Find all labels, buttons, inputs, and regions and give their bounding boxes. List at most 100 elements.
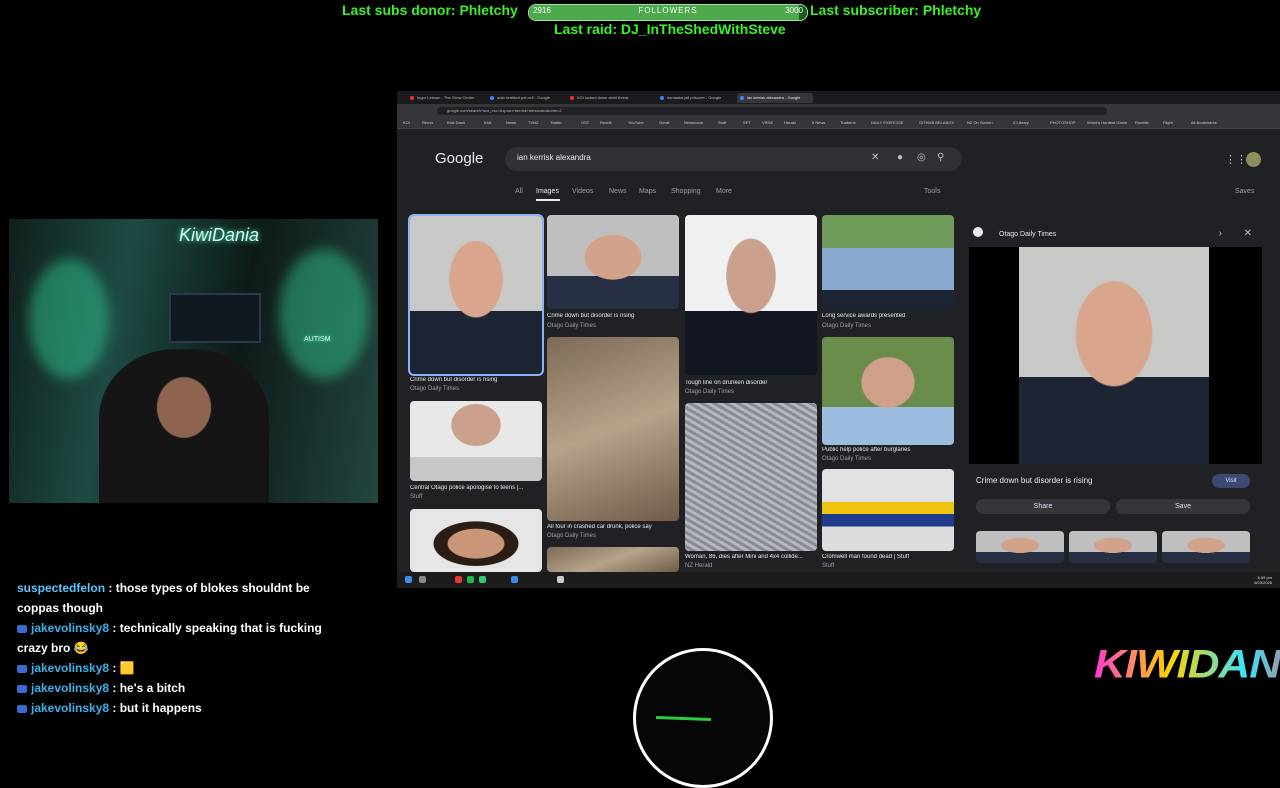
bookmark-item[interactable]: Reddit	[600, 120, 612, 125]
browser-tab[interactable]: damaska jail prisoner - Google	[657, 93, 733, 103]
bookmark-item[interactable]: VRDE	[762, 120, 773, 125]
search-box[interactable]: ian kerrisk alexandra ✕ ● ◎ ⚲	[505, 147, 962, 171]
windows-taskbar: 5:59 pm 6/03/2026	[397, 572, 1280, 588]
preview-source[interactable]: Otago Daily Times	[999, 231, 1056, 238]
bookmark-item[interactable]: TVNZ	[528, 120, 538, 125]
search-icon[interactable]	[419, 576, 426, 583]
visit-button[interactable]: Visit	[1212, 474, 1250, 488]
chat-username[interactable]: jakevolinsky8	[31, 681, 109, 695]
image-result[interactable]	[410, 509, 542, 572]
avatar[interactable]	[1246, 152, 1261, 167]
image-caption[interactable]: Crime down but disorder is rising	[547, 313, 679, 319]
bookmark-item[interactable]: PHOTOSHOP	[1050, 120, 1076, 125]
share-button[interactable]: Share	[976, 499, 1110, 514]
image-result[interactable]	[685, 215, 817, 375]
app-icon[interactable]	[557, 576, 564, 583]
image-caption[interactable]: Public help police after burglaries	[822, 447, 954, 453]
start-icon[interactable]	[405, 576, 412, 583]
browser-tab-active[interactable]: ian kerrisk alexandra - Google	[737, 93, 813, 103]
bookmark-item[interactable]: Herald	[784, 120, 796, 125]
microphone-icon[interactable]: ●	[897, 152, 903, 163]
chrome-icon[interactable]	[455, 576, 462, 583]
bookmark-item[interactable]: Stuff	[718, 120, 726, 125]
image-caption[interactable]: Central Otago police apologise to teens …	[410, 485, 542, 491]
image-result[interactable]	[547, 547, 679, 572]
bookmark-item[interactable]: World's Hardest Game	[1087, 120, 1127, 125]
browser-tab[interactable]: KOI locked down amid threat	[567, 93, 643, 103]
chat-message: suspectedfelon : those types of blokes s…	[17, 578, 347, 618]
chat-username[interactable]: jakevolinsky8	[31, 661, 109, 675]
image-result[interactable]	[547, 337, 679, 521]
image-caption[interactable]: Crime down but disorder is rising	[410, 377, 542, 383]
image-caption[interactable]: Long service awards presented	[822, 313, 954, 319]
bookmark-item[interactable]: NZ On Screen	[967, 120, 993, 125]
image-caption[interactable]: Woman, 86, dies after Mini and 4x4 colli…	[685, 554, 817, 560]
bookmark-item[interactable]: Gmail	[659, 120, 669, 125]
image-result[interactable]	[410, 401, 542, 481]
google-logo[interactable]: Google	[435, 150, 483, 167]
apps-grid-icon[interactable]: ⋮⋮	[1225, 153, 1247, 166]
lens-icon[interactable]: ◎	[917, 152, 926, 163]
bookmark-item[interactable]: Newsroom	[684, 120, 703, 125]
image-result[interactable]	[685, 403, 817, 551]
taskbar-clock[interactable]: 5:59 pm 6/03/2026	[1254, 575, 1272, 585]
tab-videos[interactable]: Videos	[572, 188, 593, 195]
saves-button[interactable]: Saves	[1235, 188, 1254, 195]
image-result[interactable]	[547, 215, 679, 309]
bookmark-item[interactable]: DAILY EXERCISE	[871, 120, 904, 125]
bookmark-item[interactable]: YouTube	[628, 120, 644, 125]
browser-tab[interactable]: auto realized pal cell - Google	[487, 93, 563, 103]
tab-all[interactable]: All	[515, 188, 523, 195]
related-image[interactable]	[1069, 531, 1157, 563]
bookmark-item[interactable]: Rumble	[1135, 120, 1149, 125]
bookmark-item[interactable]: Kick Dash	[447, 120, 465, 125]
clear-icon[interactable]: ✕	[871, 152, 879, 163]
next-arrow-icon[interactable]: ›	[1219, 228, 1222, 239]
url-field[interactable]: google.com/search?sca_esv=&q=ian+kerrisk…	[437, 107, 1107, 115]
app-icon[interactable]	[479, 576, 486, 583]
tab-news[interactable]: News	[609, 188, 627, 195]
chat-username[interactable]: suspectedfelon	[17, 581, 105, 595]
preview-title[interactable]: Crime down but disorder is rising	[976, 476, 1093, 485]
bookmark-item[interactable]: GITHUB BELABOX	[919, 120, 954, 125]
search-icon[interactable]: ⚲	[937, 152, 944, 163]
bookmark-item[interactable]: Twitter	[550, 120, 562, 125]
bookmark-item[interactable]: All Bookmarks	[1191, 120, 1217, 125]
bookmark-item[interactable]: Z Library	[1013, 120, 1029, 125]
bookmark-item[interactable]: News	[506, 120, 516, 125]
app-icon[interactable]	[511, 576, 518, 583]
chat-text: : 🟨	[109, 661, 135, 675]
image-result[interactable]	[408, 214, 544, 376]
preview-image[interactable]	[969, 247, 1262, 464]
search-input[interactable]: ian kerrisk alexandra	[517, 153, 591, 162]
related-image[interactable]	[976, 531, 1064, 563]
spotify-icon[interactable]	[467, 576, 474, 583]
tab-maps[interactable]: Maps	[639, 188, 656, 195]
image-caption[interactable]: Tough line on drunken disorder	[685, 380, 817, 386]
tab-shopping[interactable]: Shopping	[671, 188, 701, 195]
close-icon[interactable]: ✕	[1244, 228, 1252, 239]
favicon-icon	[410, 96, 414, 100]
browser-tab[interactable]: Ingor Leeson - The Grow Centre	[407, 93, 483, 103]
bookmark-item[interactable]: Trademe	[840, 120, 856, 125]
tab-images[interactable]: Images	[536, 188, 559, 195]
chat-username[interactable]: jakevolinsky8	[31, 621, 109, 635]
image-caption[interactable]: Cromwell man found dead | Stuff	[822, 554, 954, 560]
bookmark-item[interactable]: Remix	[422, 120, 433, 125]
bookmark-item[interactable]: Kick	[484, 120, 492, 125]
image-caption[interactable]: All four in crashed car drunk, police sa…	[547, 524, 679, 530]
bookmark-item[interactable]: Flight	[1163, 120, 1173, 125]
bookmark-item[interactable]: OST	[581, 120, 589, 125]
image-result[interactable]	[822, 337, 954, 445]
image-result[interactable]	[822, 469, 954, 551]
tab-more[interactable]: More	[716, 188, 732, 195]
bookmark-item[interactable]: KOI	[403, 120, 410, 125]
bookmark-item[interactable]: SPT	[743, 120, 751, 125]
tools-button[interactable]: Tools	[924, 188, 940, 195]
autism-sign: AUTISM	[304, 336, 331, 343]
image-result[interactable]	[822, 215, 954, 309]
save-button[interactable]: Save	[1116, 499, 1250, 514]
chat-username[interactable]: jakevolinsky8	[31, 701, 109, 715]
related-image[interactable]	[1162, 531, 1250, 563]
bookmark-item[interactable]: 5 News	[812, 120, 825, 125]
